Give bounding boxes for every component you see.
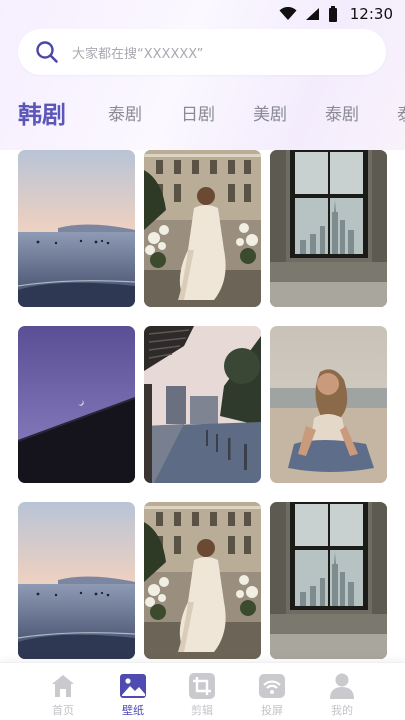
wallpaper-image: [270, 150, 387, 307]
wallpaper-tile[interactable]: [270, 326, 387, 483]
signal-icon: [305, 8, 319, 20]
nav-home[interactable]: 首页: [33, 663, 93, 720]
nav-cast-label: 投屏: [261, 704, 283, 717]
wifi-icon: [279, 7, 297, 20]
wallpaper-image: [18, 326, 135, 483]
wallpaper-image: [270, 326, 387, 483]
wallpaper-tile[interactable]: [18, 502, 135, 659]
nav-home-label: 首页: [52, 704, 74, 717]
category-tabs: 韩剧 泰剧 日剧 美剧 泰剧 泰: [0, 94, 405, 136]
status-time: 12:30: [349, 5, 393, 23]
wallpaper-image: [144, 326, 261, 483]
tab-american-drama[interactable]: 美剧: [253, 94, 287, 136]
nav-cast[interactable]: 投屏: [242, 663, 302, 720]
home-icon: [52, 675, 74, 697]
wallpaper-tile[interactable]: [144, 150, 261, 307]
nav-profile-label: 我的: [331, 704, 353, 717]
tab-japanese-drama[interactable]: 日剧: [181, 94, 215, 136]
nav-wallpaper-label: 壁纸: [122, 704, 144, 717]
wallpaper-grid: [0, 150, 405, 662]
wallpaper-tile[interactable]: [144, 326, 261, 483]
nav-edit-label: 剪辑: [191, 704, 213, 717]
wallpaper-tile[interactable]: [18, 150, 135, 307]
wallpaper-tile[interactable]: [144, 502, 261, 659]
wallpaper-tile[interactable]: [270, 150, 387, 307]
nav-wallpaper[interactable]: 壁纸: [103, 663, 163, 720]
crop-icon: [189, 673, 215, 699]
wallpaper-image: [144, 150, 261, 307]
search-icon[interactable]: [35, 40, 59, 64]
wallpaper-image: [18, 150, 135, 307]
user-icon: [330, 673, 354, 699]
nav-edit[interactable]: 剪辑: [172, 663, 232, 720]
wallpaper-image: [270, 502, 387, 659]
wallpaper-image: [18, 502, 135, 659]
bottom-nav: 首页 壁纸 剪辑 投屏 我的: [0, 662, 405, 720]
status-bar: 12:30: [0, 0, 405, 28]
tab-thai-drama-3[interactable]: 泰: [397, 94, 405, 136]
wallpaper-tile[interactable]: [18, 326, 135, 483]
nav-profile[interactable]: 我的: [312, 663, 372, 720]
tab-thai-drama[interactable]: 泰剧: [108, 94, 142, 136]
cast-icon: [259, 674, 285, 698]
search-input[interactable]: 大家都在搜“XXXXXX”: [18, 29, 386, 75]
wallpaper-tile[interactable]: [270, 502, 387, 659]
tab-korean-drama[interactable]: 韩剧: [18, 94, 66, 136]
wallpaper-image: [144, 502, 261, 659]
battery-icon: [328, 6, 337, 22]
search-placeholder: 大家都在搜“XXXXXX”: [72, 46, 204, 62]
image-icon: [120, 674, 146, 698]
tab-thai-drama-2[interactable]: 泰剧: [325, 94, 359, 136]
status-icons: 12:30: [279, 5, 393, 23]
